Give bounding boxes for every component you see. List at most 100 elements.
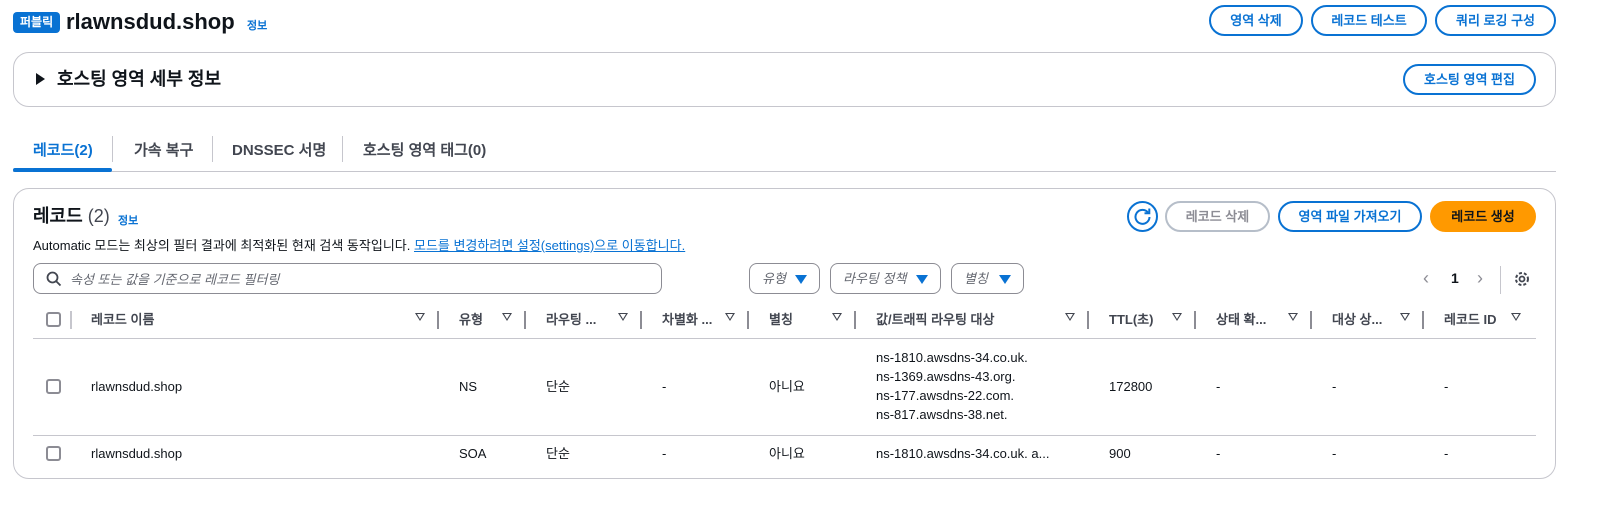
- sort-icon[interactable]: [832, 313, 842, 321]
- record-target-health: -: [1332, 379, 1337, 394]
- tabs-divider: [13, 171, 1556, 172]
- sort-icon[interactable]: [1172, 313, 1182, 321]
- sort-icon[interactable]: [1288, 313, 1298, 321]
- column-resizer[interactable]: [1310, 311, 1312, 329]
- record-type: NS: [459, 379, 478, 394]
- caret-down-icon: [795, 275, 807, 284]
- record-health-check: -: [1216, 446, 1221, 461]
- pager-divider: [1500, 266, 1501, 294]
- record-ttl: 900: [1109, 446, 1131, 461]
- description-text: Automatic 모드는 최상의 필터 결과에 최적화된 현재 검색 동작입니…: [33, 238, 411, 253]
- delete-record-button[interactable]: 레코드 삭제: [1165, 201, 1270, 232]
- import-zone-file-button[interactable]: 영역 파일 가져오기: [1278, 201, 1422, 232]
- caret-right-icon[interactable]: [36, 73, 45, 85]
- column-header-value[interactable]: 값/트래픽 라우팅 대상: [876, 311, 994, 329]
- type-filter-select[interactable]: 유형: [749, 263, 820, 294]
- records-count: (2): [87, 206, 110, 226]
- refresh-button[interactable]: [1127, 201, 1158, 232]
- column-separator: [70, 311, 72, 329]
- record-health-check: -: [1216, 379, 1221, 394]
- row-checkbox[interactable]: [46, 446, 61, 461]
- tab-divider: [112, 136, 113, 162]
- column-resizer[interactable]: [640, 311, 642, 329]
- records-info-link[interactable]: 정보: [118, 212, 138, 228]
- record-id: -: [1444, 446, 1449, 461]
- current-page-number[interactable]: 1: [1451, 270, 1459, 286]
- tab-accelerated-recovery[interactable]: 가속 복구: [134, 139, 193, 175]
- search-icon: [46, 271, 62, 287]
- record-id: -: [1444, 379, 1449, 394]
- column-header-record-id[interactable]: 레코드 ID: [1444, 311, 1497, 329]
- alias-filter-label: 별칭: [964, 271, 988, 286]
- column-header-type[interactable]: 유형: [459, 311, 483, 329]
- sort-icon[interactable]: [1065, 313, 1075, 321]
- title-info-link[interactable]: 정보: [247, 17, 267, 33]
- column-header-record-name[interactable]: 레코드 이름: [91, 311, 154, 329]
- sort-icon[interactable]: [415, 313, 425, 321]
- delete-zone-button[interactable]: 영역 삭제: [1209, 5, 1303, 36]
- records-title-text: 레코드: [33, 206, 83, 226]
- active-tab-indicator: [13, 168, 112, 172]
- record-value: ns-1810.awsdns-34.co.uk.: [876, 350, 1028, 365]
- column-resizer[interactable]: [524, 311, 526, 329]
- column-header-alias[interactable]: 별칭: [769, 311, 793, 329]
- type-filter-label: 유형: [762, 271, 786, 286]
- details-title[interactable]: 호스팅 영역 세부 정보: [57, 67, 221, 91]
- tab-divider: [342, 136, 343, 162]
- record-differentiator: -: [662, 379, 667, 394]
- routing-policy-filter-select[interactable]: 라우팅 정책: [830, 263, 941, 294]
- sort-icon[interactable]: [502, 313, 512, 321]
- public-badge: 퍼블릭: [13, 12, 61, 33]
- tab-dnssec[interactable]: DNSSEC 서명: [232, 139, 326, 175]
- sort-icon[interactable]: [1511, 313, 1521, 321]
- settings-link[interactable]: 모드를 변경하려면 설정(settings)으로 이동합니다.: [414, 238, 685, 253]
- page-title: rlawnsdud.shop: [66, 9, 235, 34]
- record-filter-search[interactable]: [33, 263, 662, 294]
- caret-down-icon: [999, 275, 1011, 284]
- record-routing: 단순: [546, 446, 570, 461]
- record-alias: 아니요: [769, 379, 805, 394]
- sort-icon[interactable]: [725, 313, 735, 321]
- column-resizer[interactable]: [437, 311, 439, 329]
- column-resizer[interactable]: [854, 311, 856, 329]
- column-resizer[interactable]: [1422, 311, 1424, 329]
- row-checkbox[interactable]: [46, 379, 61, 394]
- tab-tags[interactable]: 호스팅 영역 태그(0): [363, 139, 486, 175]
- hosted-zone-details-panel: [13, 52, 1556, 107]
- test-record-button[interactable]: 레코드 테스트: [1311, 5, 1427, 36]
- record-ttl: 172800: [1109, 379, 1153, 394]
- settings-gear-icon[interactable]: [1513, 270, 1531, 288]
- records-title: 레코드 (2): [33, 205, 110, 227]
- sort-icon[interactable]: [618, 313, 628, 321]
- column-resizer[interactable]: [1194, 311, 1196, 329]
- refresh-icon: [1134, 208, 1151, 225]
- record-name: rlawnsdud.shop: [91, 446, 183, 461]
- column-header-health-check[interactable]: 상태 확...: [1216, 311, 1266, 329]
- record-routing: 단순: [546, 379, 570, 394]
- record-value: ns-177.awsdns-22.com.: [876, 388, 1015, 403]
- sort-icon[interactable]: [1400, 313, 1410, 321]
- record-value: ns-1369.awsdns-43.org.: [876, 369, 1016, 384]
- next-page-icon[interactable]: ›: [1477, 268, 1483, 289]
- column-header-target-health[interactable]: 대상 상...: [1332, 311, 1382, 329]
- alias-filter-select[interactable]: 별칭: [951, 263, 1024, 294]
- record-alias: 아니요: [769, 446, 805, 461]
- edit-hosted-zone-button[interactable]: 호스팅 영역 편집: [1403, 64, 1536, 95]
- record-value: ns-1810.awsdns-34.co.uk. a...: [876, 446, 1050, 461]
- record-differentiator: -: [662, 446, 667, 461]
- previous-page-icon[interactable]: ‹: [1423, 268, 1429, 289]
- record-name: rlawnsdud.shop: [91, 379, 183, 394]
- create-record-button[interactable]: 레코드 생성: [1430, 201, 1536, 232]
- query-logging-button[interactable]: 쿼리 로깅 구성: [1435, 5, 1556, 36]
- record-value: ns-817.awsdns-38.net.: [876, 407, 1008, 422]
- column-resizer[interactable]: [747, 311, 749, 329]
- select-all-checkbox[interactable]: [46, 312, 61, 327]
- column-header-ttl[interactable]: TTL(초): [1109, 311, 1153, 329]
- column-header-routing[interactable]: 라우팅 ...: [546, 311, 596, 329]
- caret-down-icon: [916, 275, 928, 284]
- search-input[interactable]: [70, 269, 650, 289]
- routing-filter-label: 라우팅 정책: [843, 271, 907, 286]
- record-target-health: -: [1332, 446, 1337, 461]
- column-header-differentiator[interactable]: 차별화 ...: [662, 311, 712, 329]
- column-resizer[interactable]: [1087, 311, 1089, 329]
